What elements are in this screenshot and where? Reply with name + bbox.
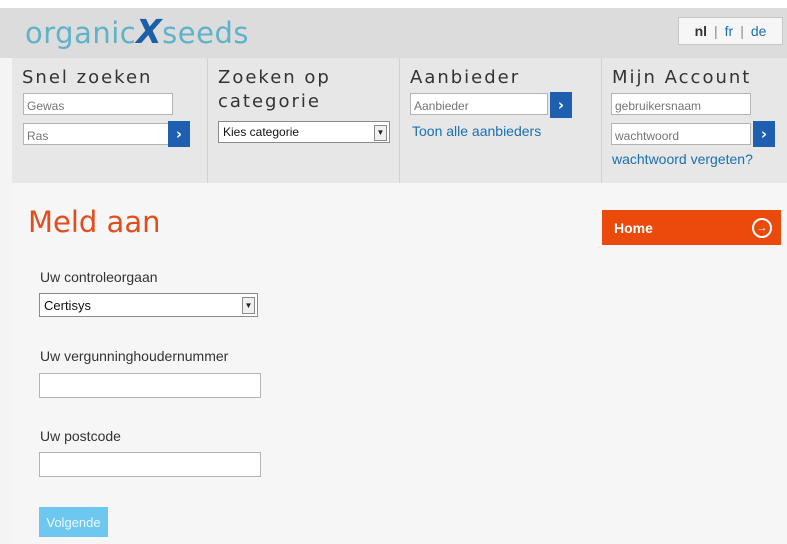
chevron-right-icon: › <box>175 125 183 143</box>
category-select-value: Kies categorie <box>223 125 300 139</box>
account-section: Mijn Account › wachtwoord vergeten? <box>601 58 787 183</box>
supplier-search-go-button[interactable]: › <box>550 92 572 118</box>
lang-separator: | <box>714 23 718 39</box>
crop-search-input[interactable] <box>23 93 173 115</box>
forgot-password-link[interactable]: wachtwoord vergeten? <box>612 151 753 167</box>
variety-search-input[interactable] <box>23 123 173 145</box>
logo-x: X <box>136 12 163 51</box>
chevron-right-icon: › <box>557 96 565 114</box>
arrow-circle-right-icon: → <box>752 218 772 238</box>
lang-fr[interactable]: fr <box>725 23 734 39</box>
home-button[interactable]: Home → <box>602 210 781 245</box>
show-all-suppliers-link[interactable]: Toon alle aanbieders <box>412 123 541 139</box>
quick-search-title: Snel zoeken <box>22 67 153 88</box>
lang-nl[interactable]: nl <box>695 23 707 39</box>
chevron-right-icon: › <box>760 125 768 143</box>
top-strip <box>0 0 787 8</box>
category-search-section: Zoeken op categorie Kies categorie ▼ <box>207 58 400 183</box>
next-button[interactable]: Volgende <box>39 507 108 537</box>
quick-search-section: Snel zoeken › <box>12 58 207 183</box>
site-header: organicXseeds nl | fr | de <box>0 8 787 58</box>
username-input[interactable] <box>611 93 751 115</box>
control-body-select[interactable]: Certisys ▼ <box>39 293 258 317</box>
home-label: Home <box>614 220 653 236</box>
supplier-search-section: Aanbieder zoeken › Toon alle aanbieders <box>399 58 602 183</box>
language-switcher: nl | fr | de <box>678 17 783 45</box>
license-number-input[interactable] <box>39 373 261 398</box>
logo-suffix: seeds <box>162 16 249 50</box>
account-title: Mijn Account <box>612 67 752 88</box>
page-title: Meld aan <box>28 205 161 239</box>
login-go-button[interactable]: › <box>753 121 775 147</box>
lang-separator: | <box>740 23 744 39</box>
lang-de[interactable]: de <box>751 23 767 39</box>
postcode-label: Uw postcode <box>40 428 121 444</box>
logo-prefix: organic <box>25 16 137 50</box>
chevron-down-icon: ▼ <box>242 297 255 314</box>
quick-search-go-button[interactable]: › <box>168 121 190 147</box>
category-search-title: Zoeken op categorie <box>218 67 331 112</box>
password-input[interactable] <box>611 123 751 145</box>
search-nav-bar: Snel zoeken › Zoeken opcategorie Kies ca… <box>12 58 787 183</box>
control-body-label: Uw controleorgaan <box>40 269 158 285</box>
site-logo[interactable]: organicXseeds <box>25 12 249 51</box>
postcode-input[interactable] <box>39 452 261 477</box>
category-select[interactable]: Kies categorie ▼ <box>218 121 390 143</box>
control-body-value: Certisys <box>44 298 91 313</box>
supplier-search-input[interactable] <box>410 93 548 115</box>
license-number-label: Uw vergunninghoudernummer <box>40 348 229 364</box>
chevron-down-icon: ▼ <box>374 125 387 141</box>
